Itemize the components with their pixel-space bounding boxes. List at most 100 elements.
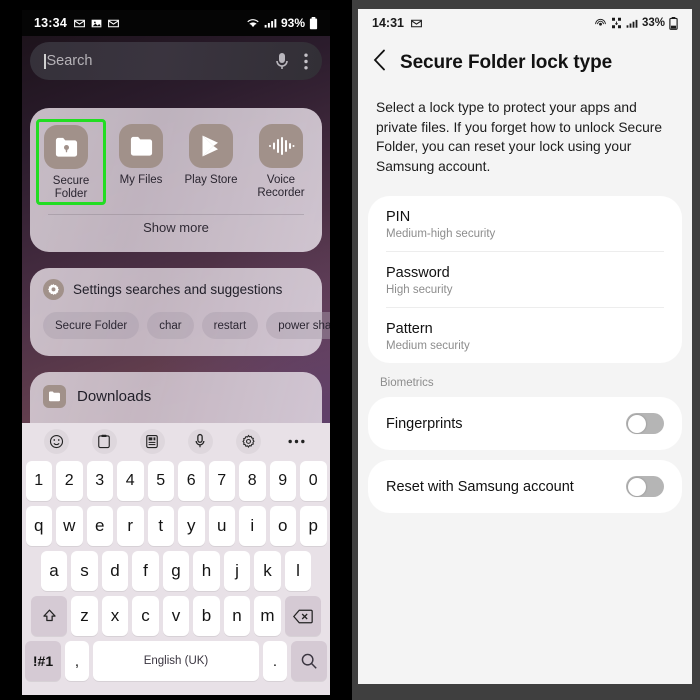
- option-subtitle: Medium security: [386, 340, 470, 352]
- shift-arrow-icon: [43, 608, 56, 621]
- key-k[interactable]: k: [254, 551, 281, 591]
- key-d[interactable]: d: [101, 551, 129, 591]
- key-r[interactable]: r: [117, 506, 144, 546]
- key-j[interactable]: j: [223, 551, 251, 591]
- key-0[interactable]: 0: [300, 461, 327, 501]
- key-f[interactable]: f: [132, 551, 159, 591]
- key-a[interactable]: a: [40, 551, 68, 591]
- key-s[interactable]: s: [71, 551, 98, 591]
- symbols-key[interactable]: !#1: [25, 641, 61, 681]
- search-input[interactable]: Search: [47, 53, 93, 69]
- key-c[interactable]: c: [132, 596, 159, 636]
- keyboard-toolbar: [22, 423, 330, 459]
- folder-glyph: [49, 391, 60, 402]
- key-h[interactable]: h: [193, 551, 220, 591]
- space-key[interactable]: English (UK): [93, 641, 259, 681]
- key-p[interactable]: p: [300, 506, 327, 546]
- key-5[interactable]: 5: [147, 461, 174, 501]
- waveform-glyph: [269, 137, 295, 155]
- sticker-key[interactable]: [128, 428, 176, 454]
- status-notification-icons: [73, 17, 120, 30]
- key-l[interactable]: l: [284, 551, 312, 591]
- right-phone-screen: 14:31 33% Secure Folder lock type Select…: [358, 9, 692, 684]
- reset-samsung-row[interactable]: Reset with Samsung account: [368, 460, 682, 513]
- lock-option-password[interactable]: Password High security: [368, 252, 682, 307]
- chip-item[interactable]: power shari: [266, 312, 330, 339]
- left-phone-panel: 13:34 93% Search Secure Folder My Files …: [0, 0, 352, 700]
- search-bar[interactable]: Search: [30, 42, 322, 80]
- key-i[interactable]: i: [239, 506, 266, 546]
- overflow-menu-icon[interactable]: [304, 53, 308, 70]
- apps-results-card: Secure Folder My Files Play Store Voice …: [30, 108, 322, 252]
- fingerprints-row[interactable]: Fingerprints: [368, 397, 682, 450]
- left-status-bar: 13:34 93%: [22, 10, 330, 36]
- apps-row: Secure Folder My Files Play Store Voice …: [30, 108, 322, 205]
- backspace-key[interactable]: [284, 596, 321, 636]
- voice-input-key[interactable]: [176, 428, 224, 454]
- key-t[interactable]: t: [147, 506, 174, 546]
- keyboard-row-top: q w e r t y u i o p: [25, 506, 327, 546]
- key-u[interactable]: u: [208, 506, 235, 546]
- page-description: Select a lock type to protect your apps …: [376, 100, 663, 174]
- show-more-button[interactable]: Show more: [30, 220, 322, 235]
- emoji-glyph: [49, 434, 63, 448]
- key-y[interactable]: y: [178, 506, 205, 546]
- key-6[interactable]: 6: [178, 461, 205, 501]
- key-x[interactable]: x: [101, 596, 129, 636]
- microphone-icon[interactable]: [274, 51, 290, 71]
- biometrics-section-header: Biometrics: [380, 377, 434, 389]
- keyboard-settings-key[interactable]: [224, 428, 272, 454]
- keyboard-row-space: !#1 , English (UK) .: [25, 641, 327, 681]
- period-key[interactable]: .: [263, 641, 287, 681]
- app-voice-recorder[interactable]: Voice Recorder: [246, 118, 316, 205]
- hotspot-icon: [595, 18, 606, 26]
- key-w[interactable]: w: [56, 506, 83, 546]
- key-n[interactable]: n: [223, 596, 251, 636]
- text-caret: [44, 53, 46, 69]
- emoji-key[interactable]: [32, 428, 80, 454]
- chip-item[interactable]: restart: [201, 312, 259, 339]
- backspace-icon: [292, 609, 313, 623]
- battery-percentage: 93%: [280, 16, 305, 30]
- key-2[interactable]: 2: [56, 461, 83, 501]
- key-e[interactable]: e: [86, 506, 113, 546]
- key-b[interactable]: b: [193, 596, 220, 636]
- lock-option-pattern[interactable]: Pattern Medium security: [368, 308, 682, 363]
- key-g[interactable]: g: [162, 551, 190, 591]
- reset-samsung-toggle[interactable]: [626, 476, 664, 497]
- key-8[interactable]: 8: [239, 461, 266, 501]
- back-chevron-icon[interactable]: [373, 49, 386, 76]
- comma-key[interactable]: ,: [65, 641, 89, 681]
- downloads-card[interactable]: Downloads: [30, 372, 322, 426]
- chip-item[interactable]: Secure Folder: [43, 312, 140, 339]
- key-z[interactable]: z: [71, 596, 98, 636]
- app-my-files[interactable]: My Files: [106, 118, 176, 205]
- more-options-icon: [287, 439, 305, 443]
- clipboard-key[interactable]: [80, 428, 128, 454]
- key-v[interactable]: v: [162, 596, 190, 636]
- folder-glyph: [130, 136, 152, 156]
- key-4[interactable]: 4: [117, 461, 144, 501]
- photo-icon: [91, 19, 102, 27]
- key-3[interactable]: 3: [86, 461, 113, 501]
- app-play-store[interactable]: Play Store: [176, 118, 246, 205]
- lock-option-pin[interactable]: PIN Medium-high security: [368, 196, 682, 251]
- key-m[interactable]: m: [254, 596, 281, 636]
- shift-key[interactable]: [31, 596, 68, 636]
- chip-item[interactable]: char: [147, 312, 194, 339]
- keyboard-row-numbers: 1 2 3 4 5 6 7 8 9 0: [25, 461, 327, 501]
- search-key[interactable]: [291, 641, 327, 681]
- fingerprints-toggle[interactable]: [626, 413, 664, 434]
- more-options-key[interactable]: [272, 439, 320, 444]
- key-q[interactable]: q: [25, 506, 52, 546]
- app-secure-folder[interactable]: Secure Folder: [36, 118, 106, 205]
- data-saver-icon: [611, 17, 621, 29]
- app-label: Play Store: [184, 174, 238, 186]
- key-7[interactable]: 7: [208, 461, 235, 501]
- key-o[interactable]: o: [269, 506, 296, 546]
- app-label: Voice Recorder: [257, 174, 305, 199]
- key-1[interactable]: 1: [25, 461, 52, 501]
- option-title: PIN: [386, 209, 411, 225]
- key-9[interactable]: 9: [269, 461, 296, 501]
